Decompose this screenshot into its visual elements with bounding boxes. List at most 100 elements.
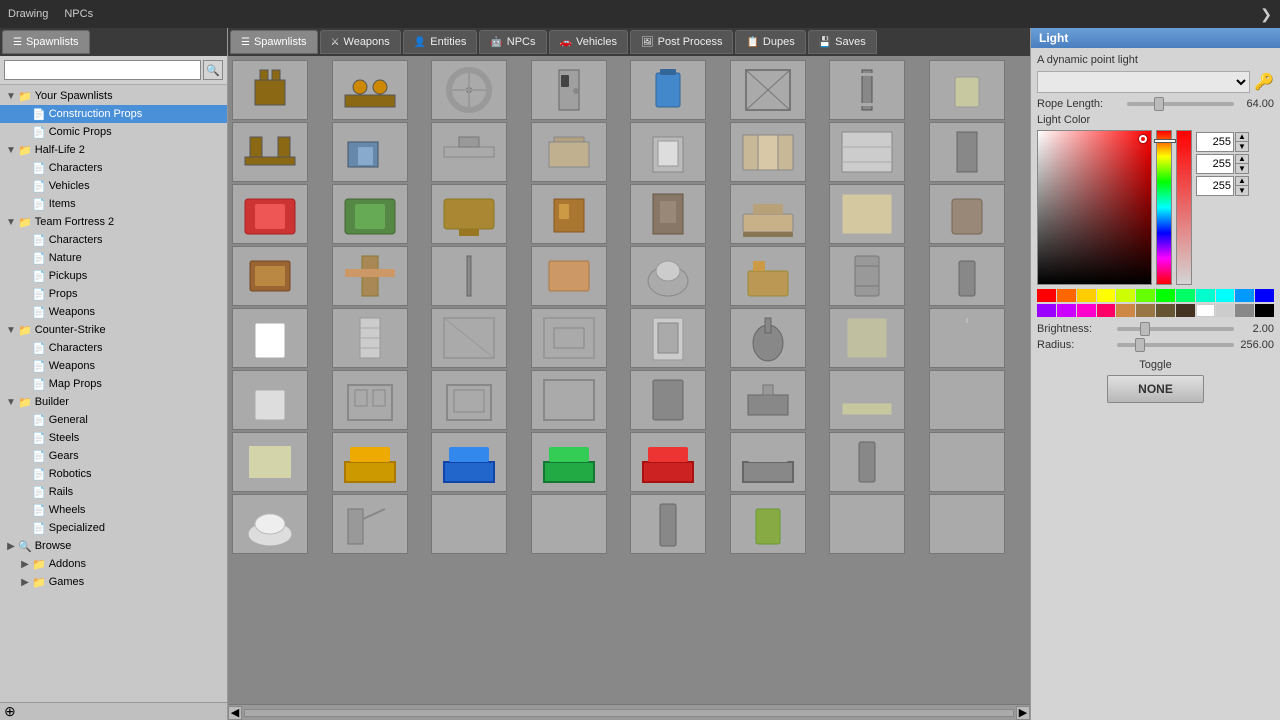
swatch[interactable] xyxy=(1057,289,1076,302)
prop-item[interactable] xyxy=(630,122,706,182)
prop-item[interactable] xyxy=(929,494,1005,554)
swatch[interactable] xyxy=(1156,289,1175,302)
prop-item[interactable] xyxy=(232,432,308,492)
tree-cs[interactable]: ▼ 📁 Counter-Strike xyxy=(0,321,227,339)
tree-comic-props[interactable]: 📄 Comic Props xyxy=(0,123,227,141)
swatch[interactable] xyxy=(1255,304,1274,317)
prop-item[interactable] xyxy=(730,432,806,492)
brightness-track[interactable] xyxy=(1117,327,1234,331)
tree-hl2-characters[interactable]: 📄 Characters xyxy=(0,159,227,177)
tab-entities[interactable]: 👤 Entities xyxy=(403,30,478,54)
prop-item[interactable] xyxy=(431,432,507,492)
swatch[interactable] xyxy=(1097,304,1116,317)
add-icon[interactable]: ⊕ xyxy=(4,703,16,720)
rgb-b-input[interactable] xyxy=(1196,176,1234,196)
prop-item[interactable] xyxy=(232,308,308,368)
prop-item[interactable] xyxy=(829,184,905,244)
prop-item[interactable] xyxy=(829,122,905,182)
prop-item[interactable] xyxy=(730,370,806,430)
prop-item[interactable] xyxy=(531,308,607,368)
swatch[interactable] xyxy=(1077,289,1096,302)
prop-item[interactable] xyxy=(531,122,607,182)
tree-cs-weapons[interactable]: 📄 Weapons xyxy=(0,357,227,375)
tree-tf2-characters[interactable]: 📄 Characters xyxy=(0,231,227,249)
prop-item[interactable] xyxy=(531,370,607,430)
tree-hl2[interactable]: ▼ 📁 Half-Life 2 xyxy=(0,141,227,159)
swatch[interactable] xyxy=(1235,304,1254,317)
rgb-r-input[interactable] xyxy=(1196,132,1234,152)
rgb-b-up[interactable]: ▲ xyxy=(1235,176,1249,186)
prop-item[interactable] xyxy=(531,494,607,554)
prop-item[interactable] xyxy=(232,246,308,306)
color-gradient-picker[interactable] xyxy=(1037,130,1152,285)
tab-vehicles[interactable]: 🚗 Vehicles xyxy=(549,30,628,54)
tab-dupes[interactable]: 📋 Dupes xyxy=(735,30,805,54)
prop-item[interactable] xyxy=(431,60,507,120)
tab-weapons[interactable]: ⚔ Weapons xyxy=(320,30,401,54)
swatch[interactable] xyxy=(1235,289,1254,302)
prop-item[interactable] xyxy=(332,370,408,430)
tree-builder-gears[interactable]: 📄 Gears xyxy=(0,447,227,465)
prop-item[interactable] xyxy=(829,494,905,554)
prop-item[interactable] xyxy=(431,308,507,368)
prop-item[interactable] xyxy=(232,60,308,120)
swatch[interactable] xyxy=(1156,304,1175,317)
prop-item[interactable] xyxy=(630,246,706,306)
prop-item[interactable] xyxy=(531,432,607,492)
swatch[interactable] xyxy=(1097,289,1116,302)
swatch[interactable] xyxy=(1077,304,1096,317)
tree-browse-games[interactable]: ▶ 📁 Games xyxy=(0,573,227,591)
search-input[interactable] xyxy=(4,60,201,80)
prop-item[interactable] xyxy=(929,184,1005,244)
rgb-r-up[interactable]: ▲ xyxy=(1235,132,1249,142)
prop-item[interactable] xyxy=(730,122,806,182)
prop-item[interactable] xyxy=(829,432,905,492)
prop-item[interactable] xyxy=(332,60,408,120)
prop-item[interactable] xyxy=(630,184,706,244)
prop-item[interactable] xyxy=(929,370,1005,430)
titlebar-npcs[interactable]: NPCs xyxy=(64,8,93,20)
tab-npcs[interactable]: 🤖 NPCs xyxy=(479,30,546,54)
tab-saves[interactable]: 💾 Saves xyxy=(808,30,877,54)
tree-builder-steels[interactable]: 📄 Steels xyxy=(0,429,227,447)
prop-item[interactable] xyxy=(332,308,408,368)
tree-construction-props[interactable]: 📄 Construction Props xyxy=(0,105,227,123)
none-button[interactable]: NONE xyxy=(1107,375,1204,403)
titlebar-drawing[interactable]: Drawing xyxy=(8,8,48,20)
rgb-b-down[interactable]: ▼ xyxy=(1235,186,1249,196)
prop-item[interactable] xyxy=(332,184,408,244)
swatch[interactable] xyxy=(1196,304,1215,317)
prop-item[interactable] xyxy=(630,60,706,120)
scroll-left-btn[interactable]: ◀ xyxy=(228,706,242,720)
prop-item[interactable] xyxy=(431,494,507,554)
scroll-right-btn[interactable]: ▶ xyxy=(1016,706,1030,720)
radius-track[interactable] xyxy=(1117,343,1234,347)
prop-item[interactable] xyxy=(730,184,806,244)
tree-builder[interactable]: ▼ 📁 Builder xyxy=(0,393,227,411)
swatch[interactable] xyxy=(1057,304,1076,317)
swatch[interactable] xyxy=(1037,304,1056,317)
rgb-g-input[interactable] xyxy=(1196,154,1234,174)
prop-item[interactable] xyxy=(232,370,308,430)
radius-thumb[interactable] xyxy=(1135,338,1145,352)
tab-spawnlists-center[interactable]: ☰ Spawnlists xyxy=(230,30,318,54)
swatch[interactable] xyxy=(1136,304,1155,317)
tree-builder-robotics[interactable]: 📄 Robotics xyxy=(0,465,227,483)
rgb-r-down[interactable]: ▼ xyxy=(1235,142,1249,152)
tree-builder-wheels[interactable]: 📄 Wheels xyxy=(0,501,227,519)
prop-item[interactable] xyxy=(730,60,806,120)
prop-item[interactable] xyxy=(332,432,408,492)
prop-item[interactable] xyxy=(332,494,408,554)
prop-item[interactable] xyxy=(829,246,905,306)
tree-tf2-props[interactable]: 📄 Props xyxy=(0,285,227,303)
prop-item[interactable] xyxy=(730,246,806,306)
prop-item[interactable] xyxy=(332,246,408,306)
prop-item[interactable] xyxy=(929,246,1005,306)
swatch[interactable] xyxy=(1176,304,1195,317)
tree-builder-general[interactable]: 📄 General xyxy=(0,411,227,429)
prop-item[interactable] xyxy=(829,308,905,368)
tree-tf2[interactable]: ▼ 📁 Team Fortress 2 xyxy=(0,213,227,231)
tree-builder-rails[interactable]: 📄 Rails xyxy=(0,483,227,501)
tree-hl2-vehicles[interactable]: 📄 Vehicles xyxy=(0,177,227,195)
prop-item[interactable] xyxy=(929,122,1005,182)
